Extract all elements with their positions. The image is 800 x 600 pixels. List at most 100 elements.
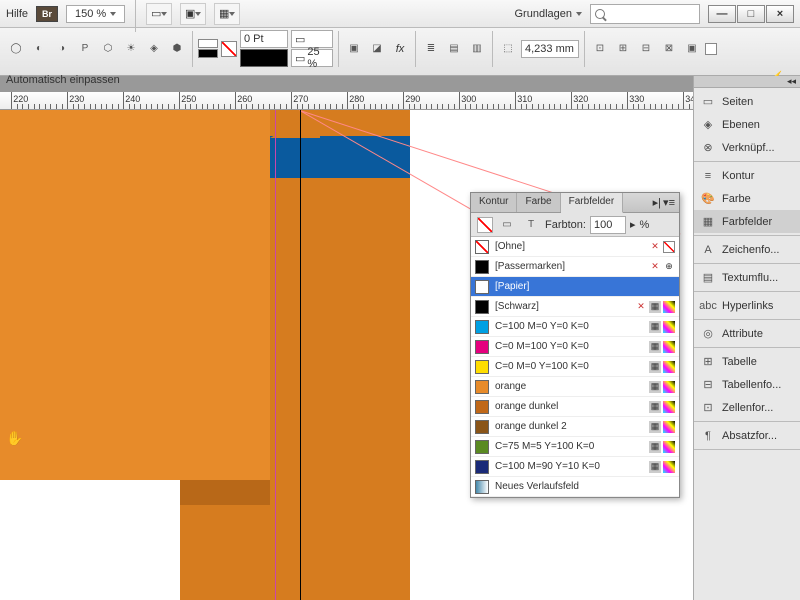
panel-icon: ⊡ [700, 400, 716, 416]
cmyk-icon [663, 361, 675, 373]
stroke-weight-field[interactable]: 0 Pt [240, 30, 288, 48]
expand-panels-button[interactable]: ◂◂ [694, 76, 800, 88]
swatch-row[interactable]: C=0 M=0 Y=100 K=0 ▦ [471, 357, 679, 377]
fit-icon[interactable]: ⊞ [613, 39, 633, 59]
panel-item-tabellenfo[interactable]: ⊟Tabellenfo... [694, 373, 800, 396]
bridge-button[interactable]: Br [36, 6, 58, 22]
tab-kontur[interactable]: Kontur [471, 193, 517, 212]
close-button[interactable]: × [766, 5, 794, 23]
swatch-row[interactable]: [Passermarken]✕⊕ [471, 257, 679, 277]
swatch-row[interactable]: orange dunkel ▦ [471, 397, 679, 417]
fit-icon[interactable]: ⊟ [636, 39, 656, 59]
text-wrap-icon[interactable]: ▤ [444, 39, 464, 59]
panel-item-farbe[interactable]: 🎨 Farbe [694, 187, 800, 210]
panel-item-ebenen[interactable]: ◈Ebenen [694, 113, 800, 136]
swatch-row[interactable]: C=75 M=5 Y=100 K=0▦ [471, 437, 679, 457]
swatch-row[interactable]: C=100 M=0 Y=0 K=0▦ [471, 317, 679, 337]
swatch-row[interactable]: [Schwarz]✕▦ [471, 297, 679, 317]
tool-icon[interactable]: ◈ [144, 39, 164, 59]
help-menu[interactable]: Hilfe [6, 8, 28, 20]
panel-item-absatzfor[interactable]: ¶Absatzfor... [694, 424, 800, 447]
search-input[interactable] [590, 4, 700, 24]
panel-label: Tabellenfo... [722, 379, 781, 391]
tab-farbfelder[interactable]: Farbfelder [561, 193, 624, 213]
panel-label: Farbfelder [722, 216, 772, 228]
fit-icon[interactable]: ⊡ [590, 39, 610, 59]
text-icon[interactable]: T [521, 215, 541, 235]
text-wrap-icon[interactable]: ▥ [467, 39, 487, 59]
tint-value-field[interactable]: 100 [590, 216, 626, 234]
corner-size-field[interactable]: 4,233 mm [521, 40, 579, 58]
swatch-list[interactable]: [Ohne]✕[Passermarken]✕⊕[Papier][Schwarz]… [471, 237, 679, 497]
menu-bar: Hilfe Br 150 % ▭ ▣ ▦ Grundlagen — □ × [0, 0, 800, 28]
opacity-field[interactable]: ▭25 % [291, 49, 333, 67]
zoom-field[interactable]: 150 % [66, 5, 125, 23]
view-options-button[interactable]: ▭ [146, 3, 172, 25]
stroke-style[interactable] [240, 49, 288, 67]
autofit-checkbox[interactable] [705, 43, 717, 55]
tool-icon[interactable]: ◯ [6, 39, 26, 59]
fill-stroke-swatch[interactable] [198, 39, 218, 58]
fill-swatch[interactable] [477, 217, 493, 233]
swatch-row[interactable]: orange dunkel 2▦ [471, 417, 679, 437]
panel-item-farbfelder[interactable]: ▦Farbfelder [694, 210, 800, 233]
panel-icon: 🎨 [700, 191, 716, 207]
panel-item-attribute[interactable]: ◎Attribute [694, 322, 800, 345]
swatch-row[interactable]: C=100 M=90 Y=10 K=0▦ [471, 457, 679, 477]
minimize-button[interactable]: — [708, 5, 736, 23]
panel-item-zellenfor[interactable]: ⊡Zellenfor... [694, 396, 800, 419]
tool-icon[interactable]: ⬡ [98, 39, 118, 59]
panel-item-tabelle[interactable]: ⊞Tabelle [694, 350, 800, 373]
process-icon: ▦ [649, 361, 661, 373]
tool-icon[interactable]: P [75, 39, 95, 59]
fit-icon[interactable]: ⊠ [659, 39, 679, 59]
panel-icon: ⊞ [700, 354, 716, 370]
vertical-guide[interactable] [300, 110, 301, 600]
panel-label: Farbe [722, 193, 751, 205]
tab-farbe[interactable]: Farbe [517, 193, 560, 212]
panel-collapse-icon[interactable]: ▸| [653, 196, 661, 209]
tool-icon[interactable]: ☀ [121, 39, 141, 59]
swatch-row[interactable]: C=0 M=100 Y=0 K=0▦ [471, 337, 679, 357]
process-icon: ▦ [649, 401, 661, 413]
arrange-button[interactable]: ▦ [214, 3, 240, 25]
panel-item-verknpf[interactable]: ⊗Verknüpf... [694, 136, 800, 159]
artwork-shape[interactable] [0, 110, 270, 480]
text-wrap-icon[interactable]: ≣ [421, 39, 441, 59]
tool-icon[interactable]: ◑ [52, 39, 72, 59]
lock-icon: ✕ [649, 241, 661, 253]
swatches-panel: Kontur Farbe Farbfelder ▸|▾≡ ▭ T Farbton… [470, 192, 680, 498]
object-icon[interactable]: ▭ [497, 215, 517, 235]
panel-menu-icon[interactable]: ▾≡ [663, 196, 675, 209]
tool-icon[interactable]: ◐ [29, 39, 49, 59]
swatch-name: orange dunkel [495, 401, 643, 412]
panel-item-kontur[interactable]: ≡Kontur [694, 164, 800, 187]
corner-icon[interactable]: ⬚ [498, 39, 518, 59]
none-swatch[interactable] [221, 41, 237, 57]
vertical-guide[interactable] [275, 110, 276, 600]
screen-mode-button[interactable]: ▣ [180, 3, 206, 25]
effects-icon[interactable]: ▣ [344, 39, 364, 59]
panel-item-zeichenfo[interactable]: AZeichenfo... [694, 238, 800, 261]
panel-icon: abc [700, 298, 716, 314]
horizontal-ruler[interactable]: 220230240250260270280290300310320330340 [0, 92, 800, 110]
swatch-row[interactable]: Neues Verlaufsfeld [471, 477, 679, 497]
drop-shadow-icon[interactable]: ◪ [367, 39, 387, 59]
cmyk-icon [663, 401, 675, 413]
swatch-row[interactable]: [Papier] [471, 277, 679, 297]
panel-label: Verknüpf... [722, 142, 775, 154]
fx-icon[interactable]: fx [390, 39, 410, 59]
swatch-row[interactable]: [Ohne]✕ [471, 237, 679, 257]
tool-icon[interactable]: ⬢ [167, 39, 187, 59]
panel-item-seiten[interactable]: ▭Seiten [694, 90, 800, 113]
artwork-shape[interactable] [270, 136, 410, 178]
process-icon: ▦ [649, 321, 661, 333]
maximize-button[interactable]: □ [737, 5, 765, 23]
panel-item-hyperlinks[interactable]: abcHyperlinks [694, 294, 800, 317]
swatch-row[interactable]: orange▦ [471, 377, 679, 397]
swatch-name: C=0 M=0 Y=100 K=0 [495, 361, 643, 372]
swatch-chip [475, 300, 489, 314]
workspace-switcher[interactable]: Grundlagen [515, 8, 583, 20]
fit-icon[interactable]: ▣ [682, 39, 702, 59]
panel-item-textumflu[interactable]: ▤Textumflu... [694, 266, 800, 289]
